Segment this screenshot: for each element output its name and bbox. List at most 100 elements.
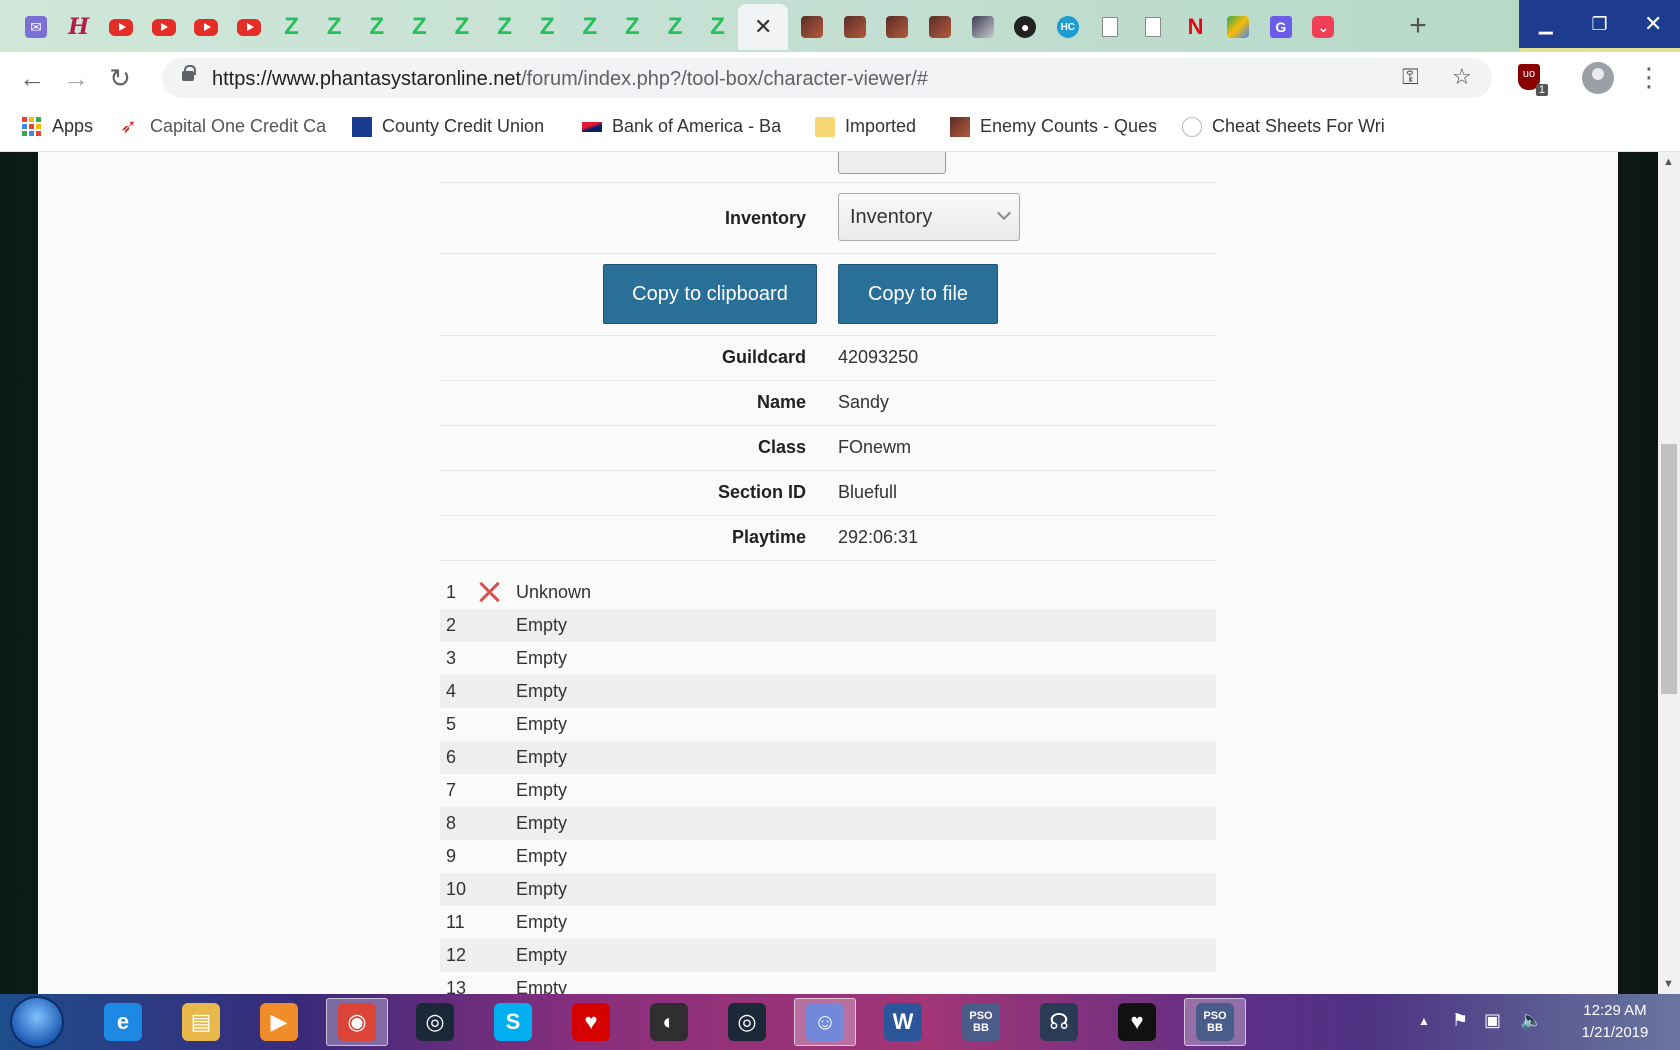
divider bbox=[440, 470, 1216, 471]
bookmark-imported-folder[interactable]: Imported bbox=[815, 116, 935, 137]
scroll-up-arrow-icon[interactable]: ▲ bbox=[1663, 156, 1674, 168]
menu-kebab-icon[interactable]: ⋮ bbox=[1636, 62, 1662, 93]
field-value: 42093250 bbox=[838, 347, 919, 367]
tab[interactable] bbox=[918, 4, 962, 50]
scroll-down-arrow-icon[interactable]: ▼ bbox=[1663, 978, 1674, 990]
inventory-item-name: Empty bbox=[516, 879, 568, 899]
capital-one-icon: ➶ bbox=[120, 116, 137, 137]
tab[interactable]: H bbox=[57, 4, 101, 50]
page-scrollbar[interactable]: ▲ ▼ bbox=[1658, 152, 1680, 994]
restore-button[interactable]: ❐ bbox=[1573, 0, 1627, 48]
taskbar-app-button[interactable]: ◎ bbox=[716, 998, 778, 1046]
slot-select-partial[interactable] bbox=[838, 152, 946, 174]
taskbar-app-button[interactable]: ♥ bbox=[560, 998, 622, 1046]
taskbar-app-button[interactable]: ◎ bbox=[404, 998, 466, 1046]
forward-button[interactable]: → bbox=[60, 62, 92, 94]
copy-to-clipboard-button[interactable]: Copy to clipboard bbox=[603, 264, 817, 324]
taskbar-app-button[interactable]: S bbox=[482, 998, 544, 1046]
tab[interactable] bbox=[1131, 4, 1175, 50]
volume-icon[interactable]: 🔈 bbox=[1520, 1010, 1542, 1031]
tab[interactable]: Z bbox=[483, 4, 527, 50]
tab[interactable] bbox=[875, 4, 919, 50]
taskbar-app-button[interactable]: ☊ bbox=[1028, 998, 1090, 1046]
url-text[interactable]: https://www.phantasystaronline.net/forum… bbox=[212, 68, 928, 91]
tab[interactable] bbox=[961, 4, 1005, 50]
bookmark-bank-of-america[interactable]: Bank of America - Ba bbox=[582, 116, 788, 137]
tab[interactable] bbox=[1088, 4, 1132, 50]
taskbar-app-button[interactable]: ♥ bbox=[1106, 998, 1168, 1046]
tab[interactable]: Z bbox=[312, 4, 356, 50]
youtube-icon bbox=[237, 18, 261, 36]
chrome-icon: ◉ bbox=[338, 1003, 376, 1041]
inventory-slot-number: 13 bbox=[446, 978, 467, 994]
taskbar-app-button[interactable]: ▤ bbox=[170, 998, 232, 1046]
inventory-row: 1 Unknown bbox=[440, 576, 1216, 609]
taskbar-app-button[interactable]: PSO BB bbox=[950, 998, 1012, 1046]
start-button[interactable] bbox=[10, 996, 64, 1048]
tab[interactable] bbox=[142, 4, 186, 50]
taskbar-app-button[interactable]: ☺ bbox=[794, 998, 856, 1046]
tab[interactable]: G bbox=[1259, 4, 1303, 50]
tab[interactable]: ✉ bbox=[14, 4, 58, 50]
z-logo-icon: Z bbox=[667, 13, 683, 40]
taskbar-app-button[interactable]: ◉ bbox=[326, 998, 388, 1046]
taskbar-app-button[interactable]: W bbox=[872, 998, 934, 1046]
tab[interactable] bbox=[99, 4, 143, 50]
youtube-icon bbox=[151, 18, 176, 36]
tab-active[interactable]: ✕ bbox=[738, 4, 789, 50]
bookmark-county-credit-union[interactable]: County Credit Union bbox=[352, 116, 558, 137]
tab[interactable]: ● bbox=[1003, 4, 1047, 50]
key-icon[interactable]: ⚿ bbox=[1402, 64, 1419, 90]
tab[interactable]: Z bbox=[653, 4, 697, 50]
taskbar-clock[interactable]: 12:29 AM 1/21/2019 bbox=[1560, 1000, 1670, 1044]
tab[interactable] bbox=[184, 4, 228, 50]
tab[interactable] bbox=[1216, 4, 1260, 50]
bookmark-star-icon[interactable]: ☆ bbox=[1452, 64, 1472, 90]
window-controls: ▁ ❐ ✕ bbox=[1519, 0, 1680, 48]
tab[interactable]: Z bbox=[270, 4, 314, 50]
inventory-item-name: Empty bbox=[516, 780, 568, 800]
profile-avatar[interactable] bbox=[1582, 62, 1614, 94]
bookmark-capital-one[interactable]: ➶ Capital One Credit Ca bbox=[120, 116, 326, 137]
new-tab-button[interactable]: + bbox=[1398, 8, 1438, 44]
tray-expand-icon[interactable]: ▲ bbox=[1418, 1014, 1430, 1028]
tab[interactable] bbox=[227, 4, 271, 50]
tab[interactable] bbox=[790, 4, 834, 50]
taskbar-app-button[interactable]: ◐ bbox=[638, 998, 700, 1046]
tab[interactable]: Z bbox=[355, 4, 399, 50]
credit-union-icon bbox=[352, 116, 372, 137]
tab[interactable]: Z bbox=[696, 4, 740, 50]
tab[interactable]: HC bbox=[1046, 4, 1090, 50]
bookmark-enemy-counts[interactable]: Enemy Counts - Ques bbox=[950, 116, 1156, 137]
inventory-item-name: Empty bbox=[516, 615, 568, 635]
inventory-select[interactable]: Inventory bbox=[838, 193, 1020, 241]
tab[interactable]: Z bbox=[568, 4, 612, 50]
divider bbox=[440, 335, 1216, 336]
tab[interactable]: Z bbox=[610, 4, 654, 50]
address-bar[interactable]: https://www.phantasystaronline.net/forum… bbox=[162, 58, 1492, 98]
document-icon bbox=[1145, 17, 1161, 37]
close-icon[interactable]: ✕ bbox=[754, 14, 772, 40]
steam-icon: ◎ bbox=[416, 1003, 454, 1041]
taskbar-app-button[interactable]: ▶ bbox=[248, 998, 310, 1046]
scrollbar-thumb[interactable] bbox=[1661, 444, 1677, 694]
tab[interactable]: N bbox=[1174, 4, 1218, 50]
action-center-flag-icon[interactable]: ⚑ bbox=[1452, 1010, 1468, 1031]
tab[interactable] bbox=[833, 4, 877, 50]
network-icon[interactable]: ▣ bbox=[1484, 1010, 1501, 1031]
bookmark-apps[interactable]: Apps bbox=[22, 116, 112, 137]
tab[interactable]: ⌄ bbox=[1301, 4, 1345, 50]
taskbar-app-button[interactable]: PSO BB bbox=[1184, 998, 1246, 1046]
taskbar-app-button[interactable]: e bbox=[92, 998, 154, 1046]
reload-button[interactable]: ↻ bbox=[104, 62, 136, 94]
bookmark-cheat-sheets[interactable]: Cheat Sheets For Wri bbox=[1182, 116, 1388, 137]
back-button[interactable]: ← bbox=[16, 62, 48, 94]
tab[interactable]: Z bbox=[525, 4, 569, 50]
tab[interactable]: Z bbox=[440, 4, 484, 50]
tab[interactable]: Z bbox=[397, 4, 441, 50]
ublock-extension-icon[interactable]: uo 1 bbox=[1518, 64, 1548, 96]
inventory-row: 8 Empty bbox=[440, 807, 1216, 840]
copy-to-file-button[interactable]: Copy to file bbox=[838, 264, 998, 324]
window-close-button[interactable]: ✕ bbox=[1626, 0, 1680, 48]
minimize-button[interactable]: ▁ bbox=[1519, 0, 1573, 48]
